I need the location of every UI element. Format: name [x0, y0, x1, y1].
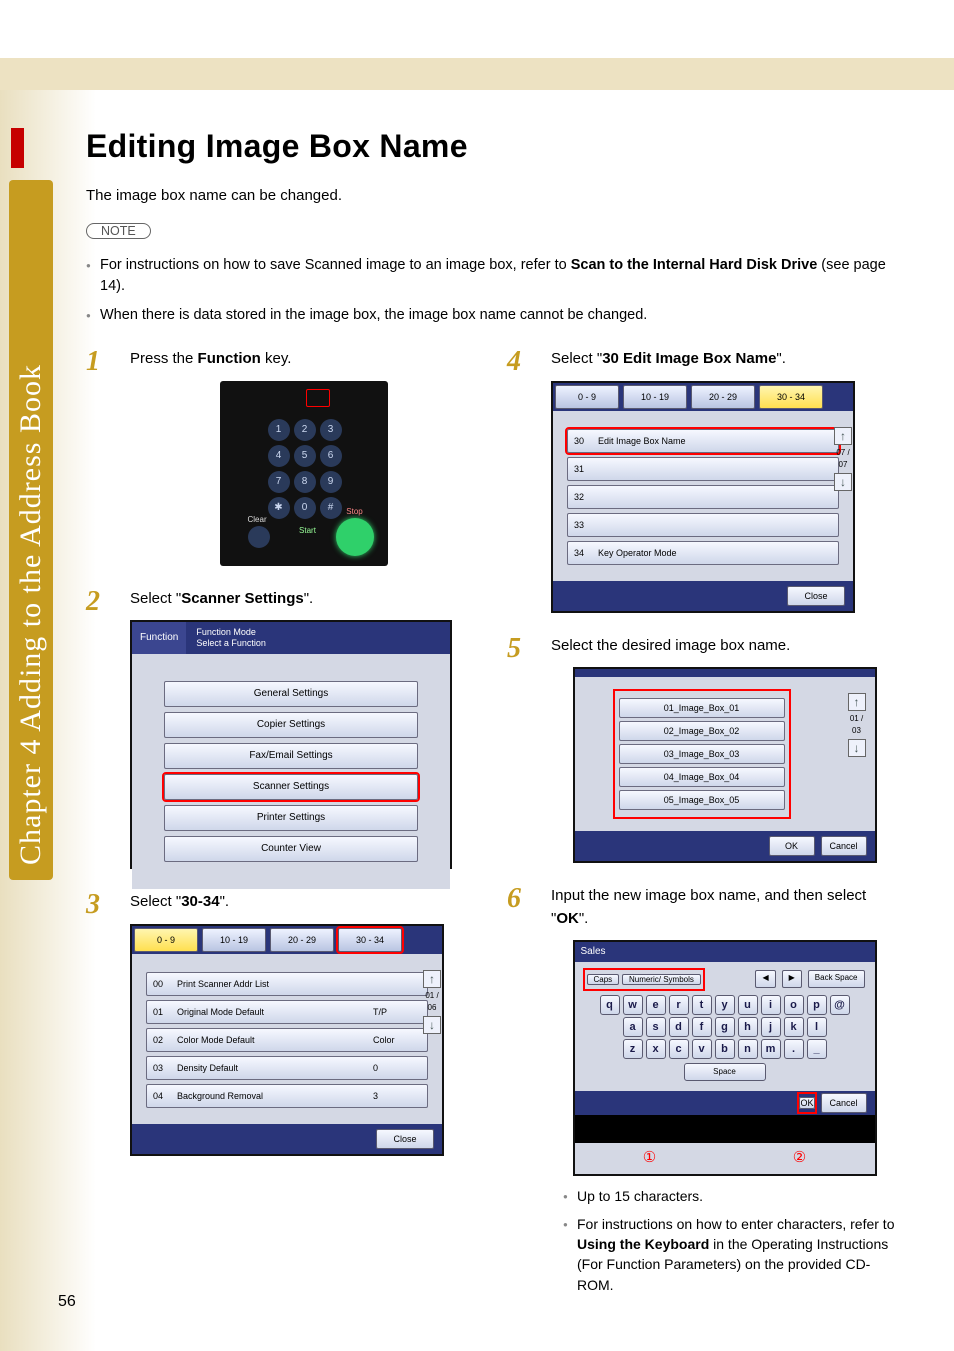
tab-30-34[interactable]: 30 - 34: [759, 385, 823, 409]
step-text: Select the desired image box name.: [551, 637, 790, 654]
menu-item-printer[interactable]: Printer Settings: [164, 805, 418, 831]
step-number: 6: [507, 885, 533, 1303]
step-text: Select ": [130, 590, 181, 607]
ok-button[interactable]: OK: [799, 1097, 814, 1109]
marker-1: ①: [643, 1147, 656, 1170]
tab-20-29[interactable]: 20 - 29: [270, 928, 334, 952]
note-item: For instructions on how to save Scanned …: [86, 255, 898, 297]
image-box-item[interactable]: 04_Image_Box_04: [619, 767, 785, 787]
cancel-button[interactable]: Cancel: [821, 836, 867, 856]
sub-note: Up to 15 characters.: [563, 1186, 898, 1206]
note-item: When there is data stored in the image b…: [86, 305, 898, 326]
setting-row[interactable]: 34Key Operator Mode: [567, 541, 839, 565]
step-text: Input the new image box name, and then s…: [551, 887, 866, 927]
step-text: Select ": [551, 350, 602, 367]
menu-item-fax[interactable]: Fax/Email Settings: [164, 743, 418, 769]
cancel-button[interactable]: Cancel: [821, 1093, 867, 1113]
tab-10-19[interactable]: 10 - 19: [202, 928, 266, 952]
scroll-up-icon[interactable]: ↑: [834, 427, 852, 445]
chapter-label: Chapter 4 Adding to the Address Book: [14, 195, 48, 865]
step-number: 1: [86, 348, 112, 566]
arrow-right-icon[interactable]: ▶: [782, 970, 802, 988]
image-box-item[interactable]: 05_Image_Box_05: [619, 790, 785, 810]
step-number: 5: [507, 635, 533, 864]
function-tab[interactable]: Function: [132, 622, 186, 654]
page-title: Editing Image Box Name: [86, 128, 898, 165]
setting-row[interactable]: 02Color Mode DefaultColor: [146, 1028, 428, 1052]
image-box-item[interactable]: 02_Image_Box_02: [619, 721, 785, 741]
arrow-left-icon[interactable]: ◀: [755, 970, 775, 988]
setting-row-30[interactable]: 30Edit Image Box Name: [567, 429, 839, 453]
close-button[interactable]: Close: [376, 1129, 434, 1149]
scanner-settings-screen: 0 - 9 10 - 19 20 - 29 30 - 34 00Print Sc…: [130, 924, 444, 1156]
step-text: Press the: [130, 350, 198, 367]
menu-item-general[interactable]: General Settings: [164, 681, 418, 707]
marker-2: ②: [793, 1147, 806, 1170]
step-number: 3: [86, 891, 112, 1156]
menu-item-counter[interactable]: Counter View: [164, 836, 418, 862]
setting-row[interactable]: 00Print Scanner Addr List: [146, 972, 428, 996]
setting-row[interactable]: 04Background Removal3: [146, 1084, 428, 1108]
tab-20-29[interactable]: 20 - 29: [691, 385, 755, 409]
space-key[interactable]: Space: [684, 1063, 766, 1081]
page-number: 56: [58, 1293, 76, 1311]
scroll-down-icon[interactable]: ↓: [834, 473, 852, 491]
device-panel-image: 123 456 789 ✱0# Clear Start Stop: [220, 381, 388, 566]
edit-image-box-screen: 0 - 9 10 - 19 20 - 29 30 - 34 30Edit Ima…: [551, 381, 855, 613]
step-number: 2: [86, 588, 112, 870]
input-field-value: Sales: [575, 942, 875, 962]
intro-text: The image box name can be changed.: [86, 187, 898, 204]
setting-row[interactable]: 01Original Mode DefaultT/P: [146, 1000, 428, 1024]
close-button[interactable]: Close: [787, 586, 845, 606]
caps-button[interactable]: Caps: [587, 974, 620, 985]
scroll-up-icon[interactable]: ↑: [848, 693, 866, 711]
menu-item-copier[interactable]: Copier Settings: [164, 712, 418, 738]
tab-30-34[interactable]: 30 - 34: [338, 928, 402, 952]
backspace-button[interactable]: Back Space: [808, 970, 865, 988]
menu-item-scanner[interactable]: Scanner Settings: [164, 774, 418, 800]
tab-0-9[interactable]: 0 - 9: [134, 928, 198, 952]
numeric-symbols-button[interactable]: Numeric/ Symbols: [622, 974, 701, 985]
setting-row[interactable]: 31: [567, 457, 839, 481]
setting-row[interactable]: 03Density Default0: [146, 1056, 428, 1080]
step-text: Select ": [130, 893, 181, 910]
scroll-down-icon[interactable]: ↓: [848, 739, 866, 757]
keyboard-screen: Sales Caps Numeric/ Symbols ◀ ▶: [573, 940, 877, 1176]
function-mode-screen: Function Function ModeSelect a Function …: [130, 620, 452, 869]
image-box-list-screen: 01_Image_Box_01 02_Image_Box_02 03_Image…: [573, 667, 877, 863]
function-key-highlight: [306, 389, 330, 407]
ok-button[interactable]: OK: [769, 836, 815, 856]
tab-10-19[interactable]: 10 - 19: [623, 385, 687, 409]
setting-row[interactable]: 32: [567, 485, 839, 509]
scroll-down-icon[interactable]: ↓: [423, 1016, 441, 1034]
setting-row[interactable]: 33: [567, 513, 839, 537]
image-box-item[interactable]: 01_Image_Box_01: [619, 698, 785, 718]
step-number: 4: [507, 348, 533, 613]
image-box-item[interactable]: 03_Image_Box_03: [619, 744, 785, 764]
note-badge: NOTE: [86, 223, 151, 239]
tab-0-9[interactable]: 0 - 9: [555, 385, 619, 409]
scroll-up-icon[interactable]: ↑: [423, 970, 441, 988]
sub-note: For instructions on how to enter charact…: [563, 1214, 898, 1295]
